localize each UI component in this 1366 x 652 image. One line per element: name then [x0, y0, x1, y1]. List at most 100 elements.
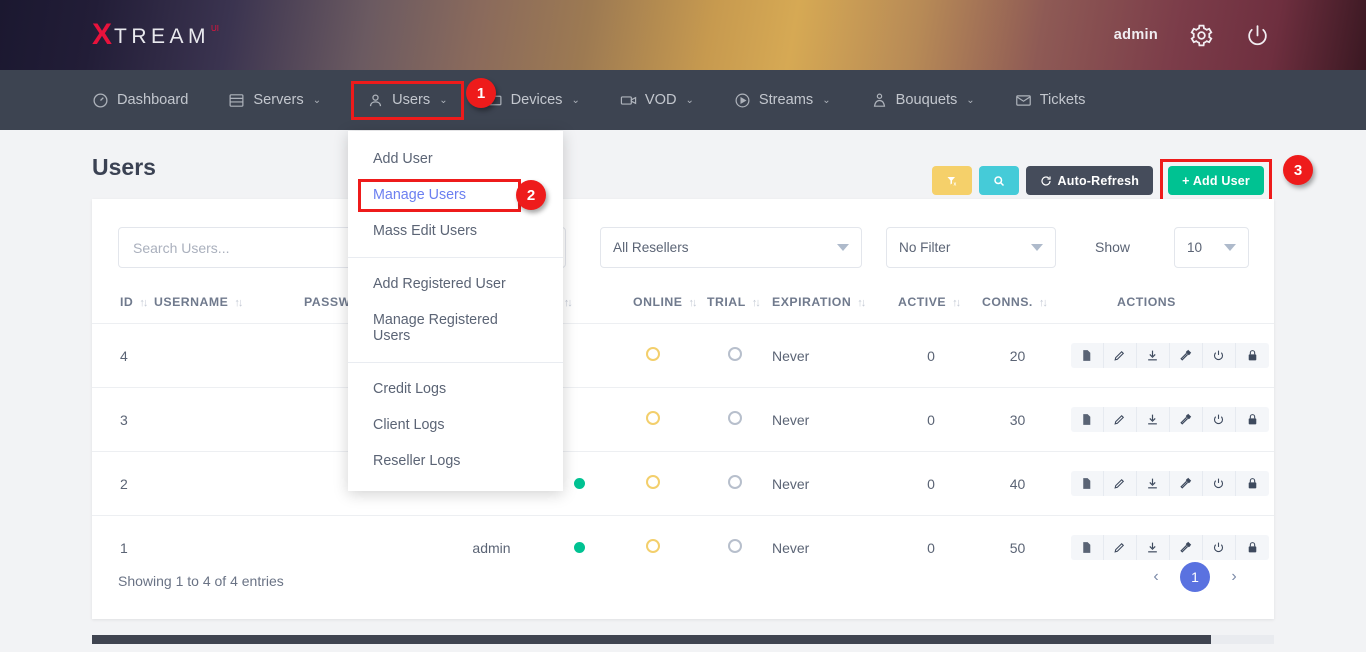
chevron-down-icon: ⌄ — [571, 95, 579, 106]
menu-item-reseller-logs[interactable]: Reseller Logs — [348, 443, 563, 479]
pagination-next[interactable]: › — [1220, 563, 1248, 591]
horizontal-scrollbar-thumb[interactable] — [92, 635, 1211, 644]
top-header-bar: X TREAM UI admin — [0, 0, 1366, 70]
pagination-page-1[interactable]: 1 — [1180, 562, 1210, 592]
power-icon[interactable] — [1203, 343, 1236, 368]
col-username[interactable]: USERNAME↑↓ — [154, 283, 304, 324]
lock-icon[interactable] — [1236, 471, 1269, 496]
file-icon[interactable] — [1071, 471, 1104, 496]
nav-label-bouquets: Bouquets — [896, 92, 958, 108]
table-row[interactable]: 2adminNever040 — [92, 452, 1274, 516]
redacted-username — [154, 410, 286, 427]
cell-actions — [1065, 388, 1274, 452]
nav-item-bouquets[interactable]: Bouquets ⌄ — [871, 84, 975, 117]
lock-icon[interactable] — [1236, 343, 1269, 368]
logo-superscript: UI — [211, 24, 219, 33]
cell-online — [609, 324, 697, 388]
nav-item-vod[interactable]: VOD ⌄ — [620, 84, 694, 117]
cell-trial — [697, 388, 772, 452]
chevron-down-icon: ⌄ — [966, 95, 974, 106]
reseller-select[interactable]: All Resellers — [600, 227, 862, 268]
col-online[interactable]: ONLINE↑↓ — [609, 283, 697, 324]
main-navigation-bar: Dashboard Servers ⌄ Users ⌄ — [0, 70, 1366, 130]
pencil-icon[interactable] — [1104, 407, 1137, 432]
reseller-select-value: All Resellers — [613, 240, 689, 255]
status-filter-select[interactable]: No Filter — [886, 227, 1056, 268]
menu-item-add-registered-user[interactable]: Add Registered User — [348, 266, 563, 302]
menu-item-client-logs[interactable]: Client Logs — [348, 407, 563, 443]
pagination-prev[interactable]: ‹ — [1142, 563, 1170, 591]
col-conns[interactable]: CONNS.↑↓ — [970, 283, 1065, 324]
lock-icon[interactable] — [1236, 407, 1269, 432]
download-icon[interactable] — [1137, 343, 1170, 368]
menu-item-credit-logs[interactable]: Credit Logs — [348, 371, 563, 407]
page-title: Users — [92, 154, 156, 181]
file-icon[interactable] — [1071, 407, 1104, 432]
hammer-icon[interactable] — [1170, 471, 1203, 496]
hammer-icon[interactable] — [1170, 407, 1203, 432]
step-badge-1: 1 — [466, 78, 496, 108]
table-header-row: ID↑↓ USERNAME↑↓ PASSWORD↑↓ OWNER↑↓ S↑↓ O… — [92, 283, 1274, 324]
table-footer: Showing 1 to 4 of 4 entries ‹ 1 › — [92, 549, 1274, 619]
trial-indicator-icon — [728, 475, 742, 489]
menu-item-mass-edit-users[interactable]: Mass Edit Users — [348, 213, 563, 249]
cell-id: 4 — [92, 324, 154, 388]
nav-item-devices[interactable]: Devices ⌄ — [486, 84, 580, 117]
pencil-icon[interactable] — [1104, 343, 1137, 368]
auto-refresh-label: Auto-Refresh — [1058, 174, 1140, 188]
sort-icon: ↑↓ — [952, 297, 959, 309]
power-icon[interactable] — [1203, 407, 1236, 432]
horizontal-scrollbar[interactable] — [92, 635, 1274, 644]
table-row[interactable]: 4Never020 — [92, 324, 1274, 388]
table-row[interactable]: 3Never030 — [92, 388, 1274, 452]
hammer-icon[interactable] — [1170, 343, 1203, 368]
row-action-group — [1071, 407, 1269, 432]
cell-expiration: Never — [772, 388, 892, 452]
nav-item-users[interactable]: Users ⌄ — [351, 81, 464, 120]
nav-item-dashboard[interactable]: Dashboard — [92, 84, 188, 117]
page-size-select[interactable]: 10 — [1174, 227, 1249, 268]
add-user-highlight: + Add User — [1160, 159, 1272, 202]
gear-icon[interactable] — [1188, 22, 1214, 48]
filter-clear-button[interactable]: x — [932, 166, 972, 195]
pencil-icon[interactable] — [1104, 471, 1137, 496]
chevron-down-icon: ⌄ — [439, 95, 447, 106]
nav-item-servers[interactable]: Servers ⌄ — [228, 84, 321, 117]
page-content: Users x Auto-Refresh + Add — [0, 130, 1366, 652]
col-id[interactable]: ID↑↓ — [92, 283, 154, 324]
cell-username — [154, 324, 304, 388]
power-icon[interactable] — [1203, 471, 1236, 496]
download-icon[interactable] — [1137, 471, 1170, 496]
xtream-logo[interactable]: X TREAM UI — [92, 20, 219, 50]
add-user-button[interactable]: + Add User — [1168, 166, 1264, 195]
filters-row: All Resellers No Filter Show 10 — [92, 199, 1274, 283]
col-expiration[interactable]: EXPIRATION↑↓ — [772, 283, 892, 324]
col-active[interactable]: ACTIVE↑↓ — [892, 283, 970, 324]
trial-indicator-icon — [728, 411, 742, 425]
nav-item-tickets[interactable]: Tickets — [1015, 84, 1086, 117]
nav-item-streams[interactable]: Streams ⌄ — [734, 84, 831, 117]
show-entries-label: Show — [1095, 239, 1130, 255]
envelope-icon — [1015, 92, 1032, 109]
cell-online — [609, 452, 697, 516]
logo-wordmark: TREAM — [114, 26, 210, 47]
auto-refresh-button[interactable]: Auto-Refresh — [1026, 166, 1154, 195]
cell-trial — [697, 452, 772, 516]
admin-username-label: admin — [1114, 27, 1158, 43]
col-trial[interactable]: TRIAL↑↓ — [697, 283, 772, 324]
file-icon[interactable] — [1071, 343, 1104, 368]
cell-expiration: Never — [772, 324, 892, 388]
nav-label-dashboard: Dashboard — [117, 92, 188, 108]
sort-icon: ↑↓ — [1039, 297, 1046, 309]
download-icon[interactable] — [1137, 407, 1170, 432]
bouquet-icon — [871, 92, 888, 109]
menu-item-manage-registered-users[interactable]: Manage Registered Users — [348, 302, 563, 354]
trial-indicator-icon — [728, 347, 742, 361]
chevron-down-icon — [837, 244, 849, 251]
online-indicator-icon — [646, 347, 660, 361]
power-icon[interactable] — [1244, 22, 1270, 48]
showing-entries-label: Showing 1 to 4 of 4 entries — [118, 573, 284, 589]
search-toggle-button[interactable] — [979, 166, 1019, 195]
menu-item-add-user[interactable]: Add User — [348, 141, 563, 177]
chevron-down-icon: ⌄ — [686, 95, 694, 106]
